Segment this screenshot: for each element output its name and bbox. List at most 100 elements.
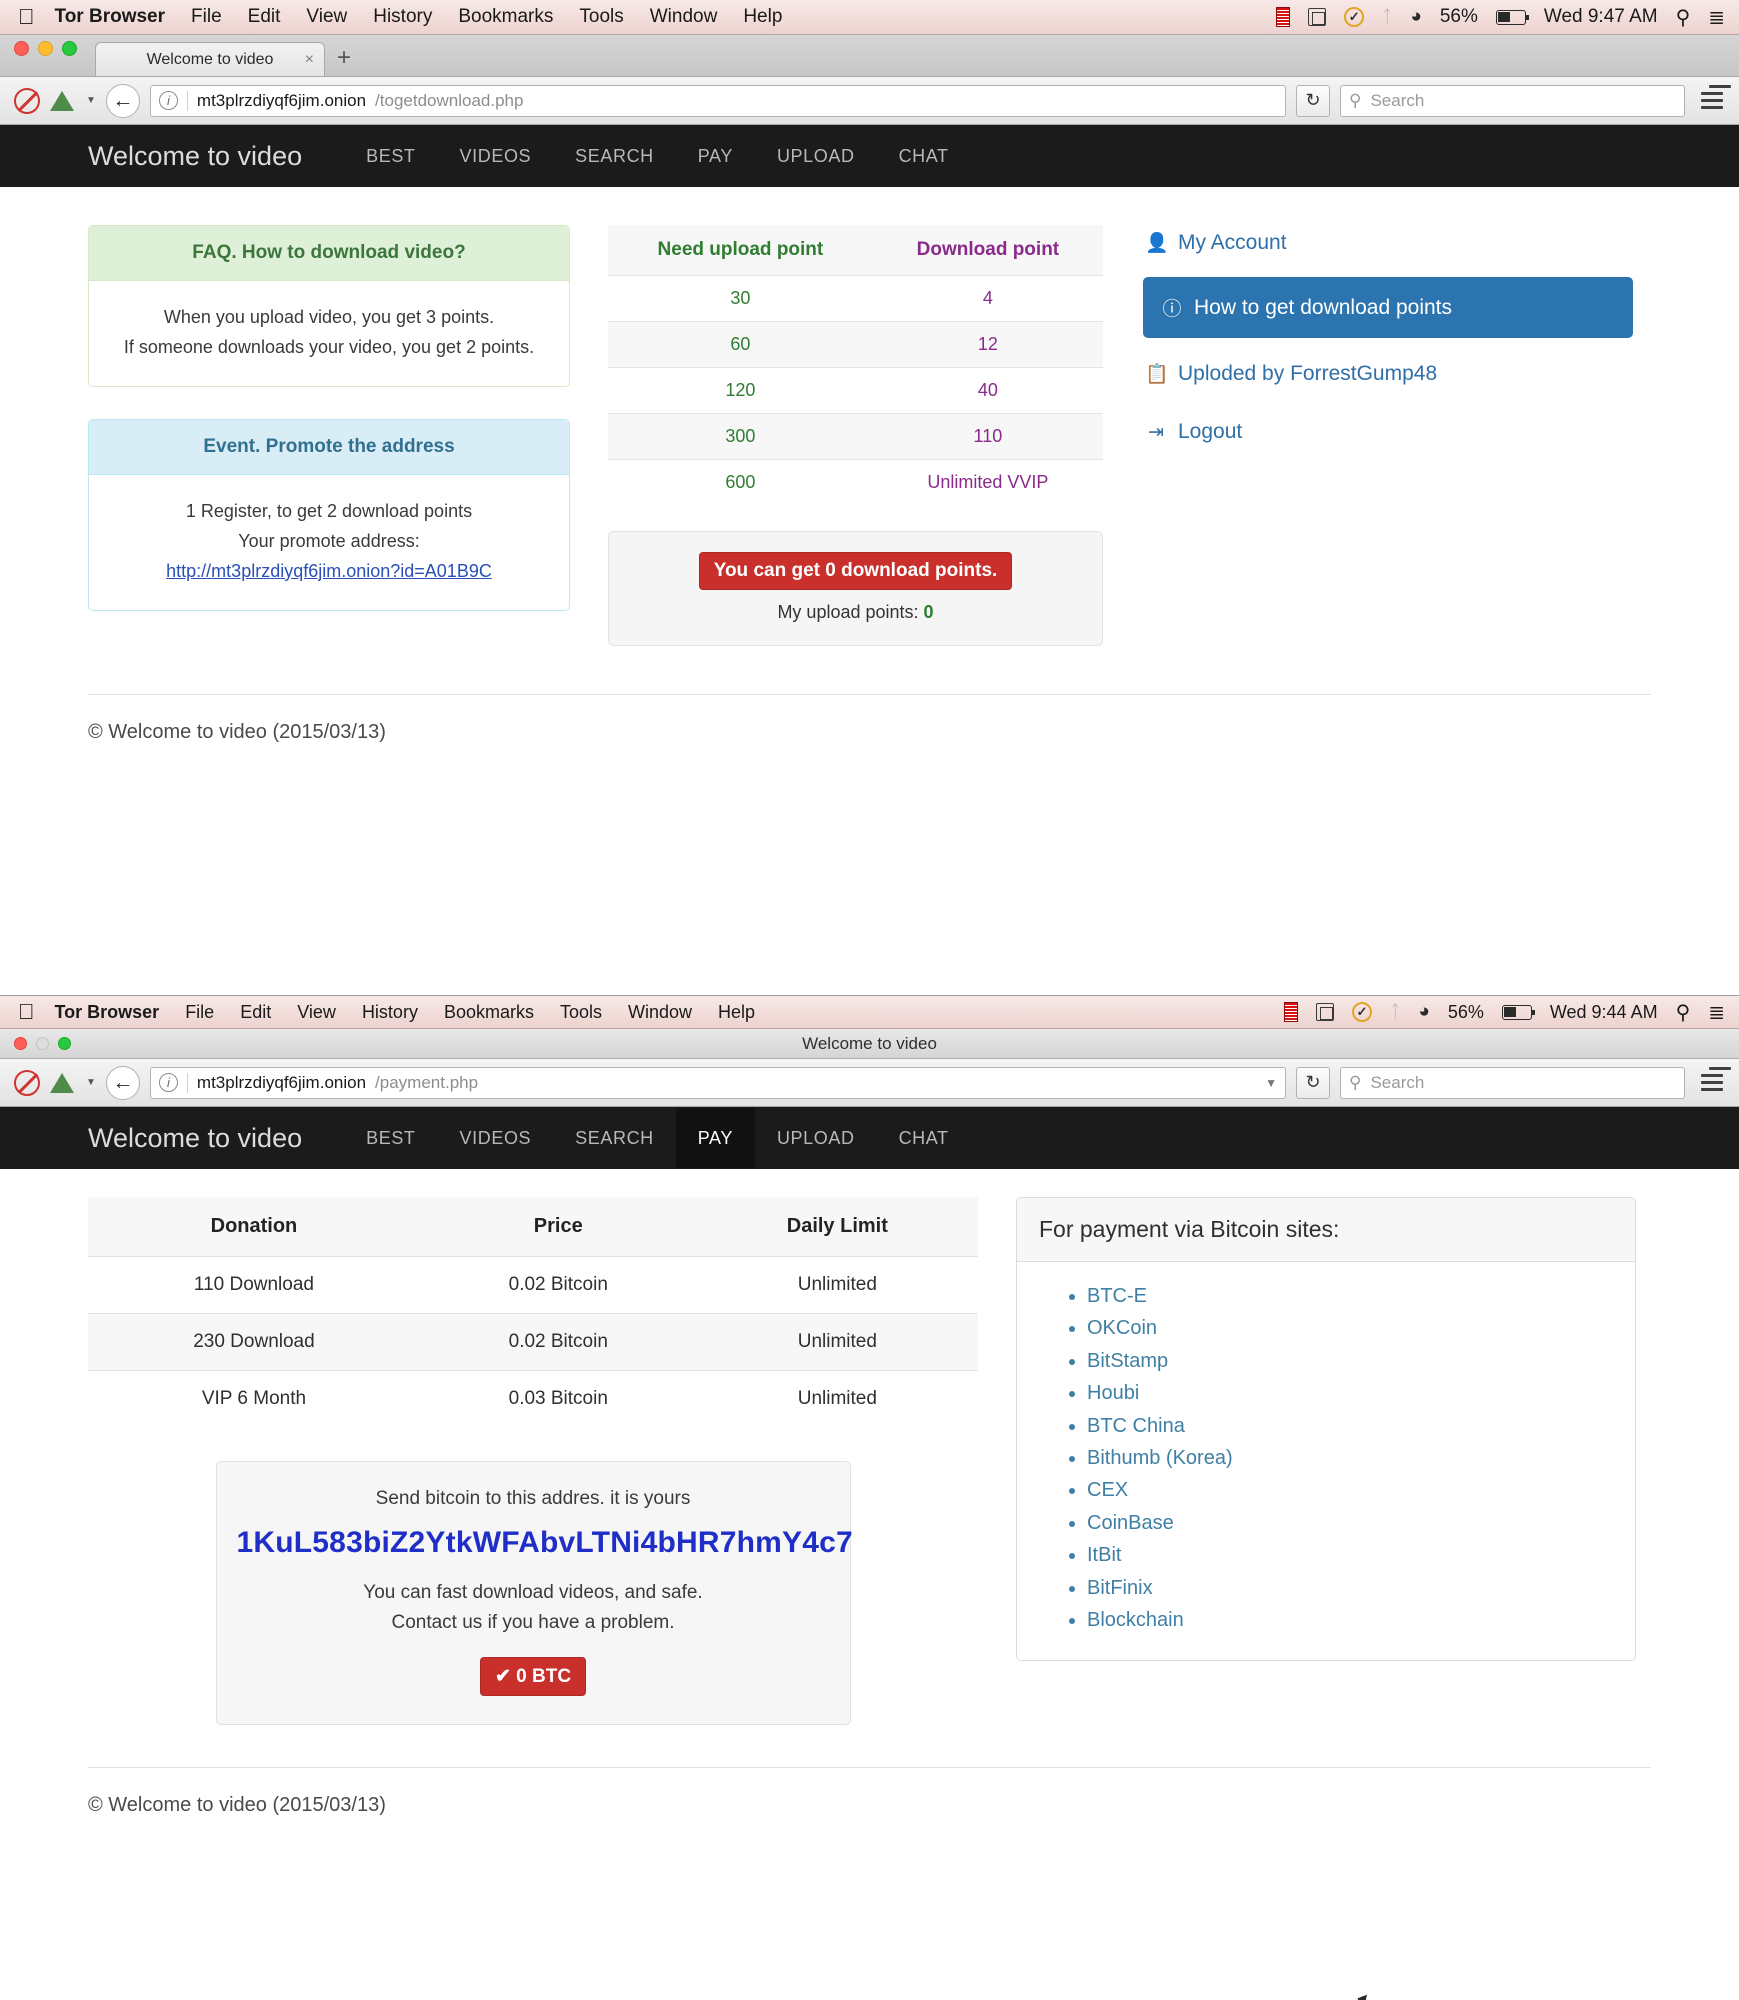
site-link[interactable]: CEX xyxy=(1087,1479,1128,1501)
site-link[interactable]: Houbi xyxy=(1087,1382,1139,1404)
list-item[interactable]: ItBit xyxy=(1087,1539,1613,1571)
menu-history[interactable]: History xyxy=(373,6,432,28)
spotlight-search-icon[interactable]: ⚲ xyxy=(1676,1000,1691,1025)
nav-pay[interactable]: PAY xyxy=(676,1108,755,1168)
menu-clock[interactable]: Wed 9:44 AM xyxy=(1550,1002,1658,1023)
sidebar-item-logout[interactable]: ⇥ Logout xyxy=(1143,414,1633,450)
list-item[interactable]: Blockchain xyxy=(1087,1604,1613,1636)
noscript-shield-icon[interactable] xyxy=(50,1073,74,1093)
nav-best[interactable]: BEST xyxy=(344,1108,437,1168)
site-link[interactable]: OKCoin xyxy=(1087,1317,1157,1339)
site-link[interactable]: BitStamp xyxy=(1087,1350,1168,1372)
nav-search[interactable]: SEARCH xyxy=(553,1108,676,1168)
wifi-icon[interactable]: ◕ xyxy=(1418,1001,1429,1023)
browser-menu-button[interactable] xyxy=(1695,92,1729,109)
list-item[interactable]: Bithumb (Korea) xyxy=(1087,1442,1613,1474)
nav-upload[interactable]: UPLOAD xyxy=(755,126,877,186)
close-window-button[interactable] xyxy=(14,41,29,56)
url-bar[interactable]: i mt3plrzdiyqf6jim.onion/togetdownload.p… xyxy=(150,85,1286,117)
site-link[interactable]: ItBit xyxy=(1087,1544,1121,1566)
list-item[interactable]: CoinBase xyxy=(1087,1507,1613,1539)
sidebar-item-uploaded-by[interactable]: 📋 Uploded by ForrestGump48 xyxy=(1143,356,1633,392)
tor-icon[interactable] xyxy=(1284,1002,1298,1022)
checkmark-icon[interactable]: ✓ xyxy=(1344,7,1364,27)
site-link[interactable]: BTC-E xyxy=(1087,1285,1147,1307)
menu-bookmarks[interactable]: Bookmarks xyxy=(458,6,553,28)
site-link[interactable]: BTC China xyxy=(1087,1415,1185,1437)
chevron-down-icon[interactable]: ▼ xyxy=(1265,1076,1277,1090)
chevron-down-icon[interactable]: ▼ xyxy=(86,95,96,106)
search-bar[interactable]: ⚲ Search xyxy=(1340,85,1685,117)
browser-tab[interactable]: Welcome to video × xyxy=(95,42,325,76)
menu-tor-browser[interactable]: Tor Browser xyxy=(55,6,166,28)
wifi-icon[interactable]: ◕ xyxy=(1410,6,1421,28)
menu-help[interactable]: Help xyxy=(718,1002,755,1023)
site-link[interactable]: Bithumb (Korea) xyxy=(1087,1447,1233,1469)
noscript-shield-icon[interactable] xyxy=(50,91,74,111)
site-link[interactable]: BitFinix xyxy=(1087,1577,1153,1599)
menu-edit[interactable]: Edit xyxy=(240,1002,271,1023)
nav-search[interactable]: SEARCH xyxy=(553,126,676,186)
screen-share-icon[interactable] xyxy=(1316,1003,1334,1021)
new-tab-button[interactable]: + xyxy=(337,44,351,76)
site-link[interactable]: Blockchain xyxy=(1087,1609,1184,1631)
torbutton-icon[interactable] xyxy=(14,1070,40,1096)
bluetooth-icon[interactable]: ᛏ xyxy=(1390,1002,1400,1022)
sidebar-item-how-to-get-download-points[interactable]: ⓘ How to get download points xyxy=(1143,277,1633,338)
apple-logo-icon[interactable]:  xyxy=(18,1001,35,1023)
nav-upload[interactable]: UPLOAD xyxy=(755,1108,877,1168)
reload-button[interactable]: ↻ xyxy=(1296,85,1330,117)
search-bar[interactable]: ⚲ Search xyxy=(1340,1067,1685,1099)
url-bar[interactable]: i mt3plrzdiyqf6jim.onion/payment.php ▼ xyxy=(150,1067,1286,1099)
sidebar-item-my-account[interactable]: 👤 My Account xyxy=(1143,225,1633,261)
tor-icon[interactable] xyxy=(1276,7,1290,27)
site-brand[interactable]: Welcome to video xyxy=(88,1123,302,1154)
list-item[interactable]: OKCoin xyxy=(1087,1312,1613,1344)
torbutton-icon[interactable] xyxy=(14,88,40,114)
list-item[interactable]: BitFinix xyxy=(1087,1572,1613,1604)
back-button[interactable]: ← xyxy=(106,84,140,118)
spotlight-search-icon[interactable]: ⚲ xyxy=(1676,5,1691,30)
bluetooth-icon[interactable]: ᛏ xyxy=(1382,7,1392,27)
browser-menu-button[interactable] xyxy=(1695,1074,1729,1091)
minimize-window-button[interactable] xyxy=(38,41,53,56)
site-brand[interactable]: Welcome to video xyxy=(88,141,302,172)
notification-center-icon[interactable]: ≣ xyxy=(1708,1000,1725,1025)
notification-center-icon[interactable]: ≣ xyxy=(1708,5,1725,30)
list-item[interactable]: BTC China xyxy=(1087,1410,1613,1442)
nav-videos[interactable]: VIDEOS xyxy=(438,126,554,186)
site-link[interactable]: CoinBase xyxy=(1087,1512,1174,1534)
menu-edit[interactable]: Edit xyxy=(248,6,281,28)
site-info-icon[interactable]: i xyxy=(159,91,178,110)
nav-chat[interactable]: CHAT xyxy=(877,126,971,186)
maximize-window-button[interactable] xyxy=(62,41,77,56)
nav-best[interactable]: BEST xyxy=(344,126,437,186)
list-item[interactable]: BitStamp xyxy=(1087,1345,1613,1377)
site-info-icon[interactable]: i xyxy=(159,1073,178,1092)
apple-logo-icon[interactable]:  xyxy=(18,6,35,28)
menu-file[interactable]: File xyxy=(185,1002,214,1023)
menu-tools[interactable]: Tools xyxy=(579,6,623,28)
menu-window[interactable]: Window xyxy=(628,1002,692,1023)
menu-tools[interactable]: Tools xyxy=(560,1002,602,1023)
close-icon[interactable]: × xyxy=(305,51,314,69)
menu-help[interactable]: Help xyxy=(743,6,782,28)
screen-share-icon[interactable] xyxy=(1308,8,1326,26)
nav-chat[interactable]: CHAT xyxy=(877,1108,971,1168)
menu-tor-browser[interactable]: Tor Browser xyxy=(55,1002,160,1023)
promote-address-link[interactable]: http://mt3plrzdiyqf6jim.onion?id=A01B9C xyxy=(166,561,492,581)
menu-history[interactable]: History xyxy=(362,1002,418,1023)
menu-window[interactable]: Window xyxy=(650,6,718,28)
list-item[interactable]: Houbi xyxy=(1087,1377,1613,1409)
bitcoin-address[interactable]: 1KuL583biZ2YtkWFAbvLTNi4bHR7hmY4c7 xyxy=(237,1526,830,1560)
menu-view[interactable]: View xyxy=(297,1002,336,1023)
list-item[interactable]: CEX xyxy=(1087,1474,1613,1506)
checkmark-icon[interactable]: ✓ xyxy=(1352,1002,1372,1022)
battery-icon[interactable] xyxy=(1496,10,1526,25)
list-item[interactable]: BTC-E xyxy=(1087,1280,1613,1312)
battery-icon[interactable] xyxy=(1502,1005,1532,1020)
menu-bookmarks[interactable]: Bookmarks xyxy=(444,1002,534,1023)
menu-file[interactable]: File xyxy=(191,6,222,28)
nav-pay[interactable]: PAY xyxy=(676,126,755,186)
nav-videos[interactable]: VIDEOS xyxy=(438,1108,554,1168)
